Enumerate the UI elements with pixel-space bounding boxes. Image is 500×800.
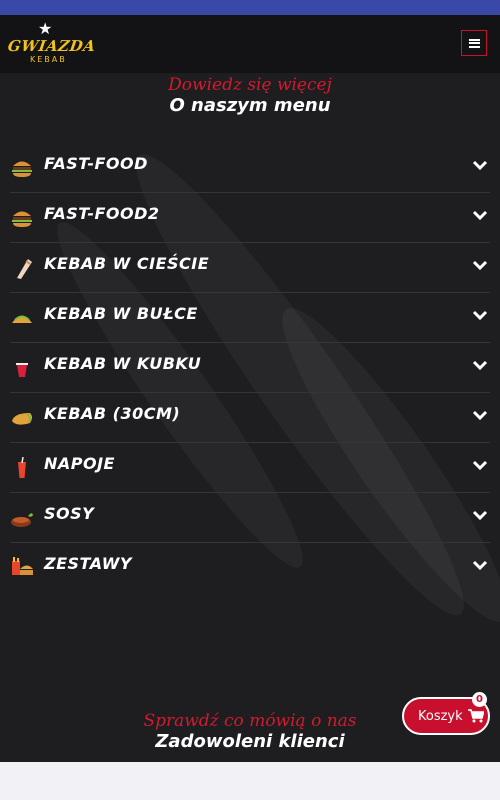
hamburger-menu-button[interactable] bbox=[461, 30, 487, 56]
category-item[interactable]: KEBAB W KUBKU bbox=[10, 343, 490, 393]
chevron-down-icon[interactable] bbox=[472, 409, 488, 421]
menu-section-eyebrow: Dowiedz się więcej bbox=[168, 75, 332, 95]
category-item[interactable]: ZESTAWY bbox=[10, 543, 490, 593]
sauce-icon bbox=[11, 513, 33, 527]
chevron-down-icon[interactable] bbox=[472, 159, 488, 171]
category-label: KEBAB (30CM) bbox=[44, 404, 181, 423]
category-label: NAPOJE bbox=[44, 454, 115, 473]
category-item[interactable]: KEBAB W CIEŚCIE bbox=[10, 243, 490, 293]
category-label: KEBAB W BUŁCE bbox=[44, 304, 198, 323]
hamburger-icon bbox=[468, 38, 480, 48]
category-item[interactable]: FAST-FOOD bbox=[10, 143, 490, 193]
category-label: KEBAB W CIEŚCIE bbox=[44, 254, 210, 273]
menu-category-list: FAST-FOOD FAST-FOOD2 KEBAB W CIEŚCIE KEB… bbox=[10, 143, 490, 593]
menu-section-heading: Dowiedz się więcej O naszym menu bbox=[0, 75, 500, 116]
category-item[interactable]: KEBAB (30CM) bbox=[10, 393, 490, 443]
category-item[interactable]: FAST-FOOD2 bbox=[10, 193, 490, 243]
combo-meal-icon bbox=[12, 557, 33, 575]
site-header: ★ GWIAZDA KEBAB bbox=[0, 15, 500, 73]
burger-icon bbox=[12, 161, 32, 177]
taco-icon bbox=[12, 315, 32, 323]
category-item[interactable]: KEBAB W BUŁCE bbox=[10, 293, 490, 343]
cart-count-badge: 0 bbox=[472, 692, 487, 707]
menu-section-title: O naszym menu bbox=[169, 95, 331, 116]
category-label: FAST-FOOD2 bbox=[44, 204, 160, 223]
wrap-icon bbox=[17, 259, 32, 279]
shopping-cart-icon bbox=[467, 709, 484, 723]
chevron-down-icon[interactable] bbox=[472, 459, 488, 471]
drink-icon bbox=[18, 457, 26, 478]
burrito-icon bbox=[12, 413, 32, 425]
app-content: ★ GWIAZDA KEBAB Dowiedz się więcej O nas… bbox=[0, 15, 500, 762]
page-footer-area bbox=[0, 762, 500, 800]
burger-icon bbox=[12, 211, 32, 227]
category-label: ZESTAWY bbox=[44, 554, 132, 573]
chevron-down-icon[interactable] bbox=[472, 509, 488, 521]
brand-logo[interactable]: ★ GWIAZDA KEBAB bbox=[7, 19, 97, 67]
chevron-down-icon[interactable] bbox=[472, 209, 488, 221]
star-icon: ★ bbox=[38, 19, 53, 38]
category-label: SOSY bbox=[44, 504, 95, 523]
chevron-down-icon[interactable] bbox=[472, 259, 488, 271]
cup-icon bbox=[16, 363, 28, 377]
category-item[interactable]: SOSY bbox=[10, 493, 490, 543]
category-label: KEBAB W KUBKU bbox=[44, 354, 202, 373]
category-item[interactable]: NAPOJE bbox=[10, 443, 490, 493]
cart-button[interactable]: Koszyk 0 bbox=[402, 692, 490, 735]
category-label: FAST-FOOD bbox=[44, 154, 148, 173]
cart-label: Koszyk bbox=[418, 708, 463, 724]
chevron-down-icon[interactable] bbox=[472, 559, 488, 571]
brand-name: GWIAZDA bbox=[6, 37, 97, 55]
brand-tagline: KEBAB bbox=[30, 55, 67, 64]
status-bar bbox=[0, 0, 500, 15]
chevron-down-icon[interactable] bbox=[472, 359, 488, 371]
chevron-down-icon[interactable] bbox=[472, 309, 488, 321]
